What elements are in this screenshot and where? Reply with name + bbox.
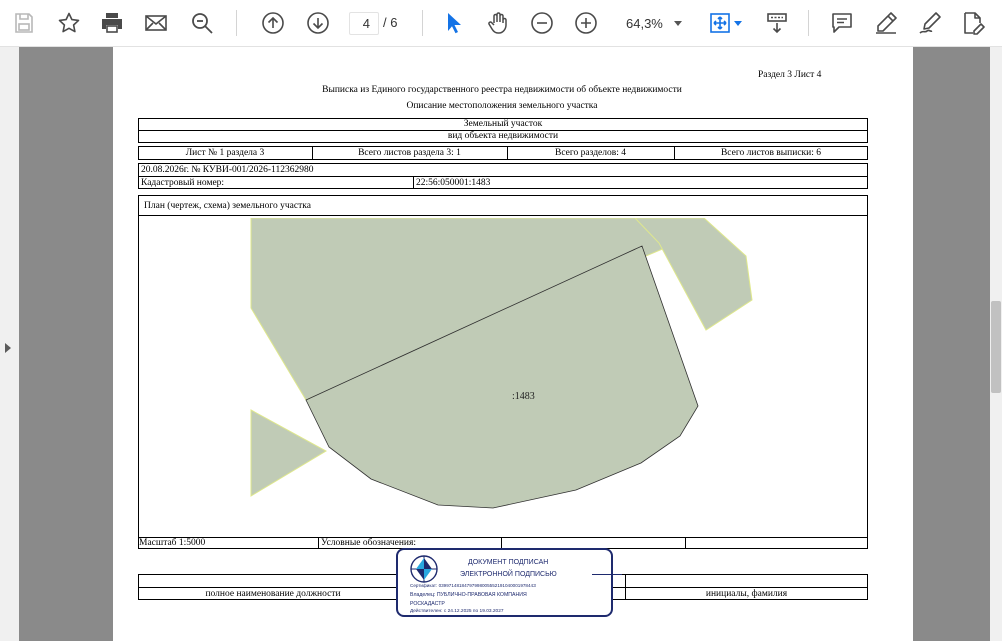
zoom-level-value: 64,3% [626,15,663,31]
table-rule [413,176,414,189]
page-number-input[interactable] [349,12,379,35]
neighbor-parcel-bottom-left [250,409,328,497]
chevron-down-icon[interactable] [734,21,742,26]
stamp-rule [592,574,622,575]
section-sheet-label: Раздел 3 Лист 4 [758,70,822,80]
next-page-icon[interactable] [304,9,332,37]
stamp-line-1: ДОКУМЕНТ ПОДПИСАН [468,559,549,566]
stamp-owner: Владелец: ПУБЛИЧНО-ПРАВОВАЯ КОМПАНИЯ [410,592,527,598]
toolbar-separator [236,10,237,36]
parcel-label: :1483 [512,391,535,402]
comment-icon[interactable] [828,9,856,37]
edit-pdf-icon[interactable] [959,9,987,37]
stamp-line-2: ЭЛЕКТРОННОЙ ПОДПИСЬЮ [460,571,557,578]
table-rule [138,215,868,216]
document-area[interactable]: Раздел 3 Лист 4 Выписка из Единого госуд… [19,47,990,641]
stamp-owner-2: РОСКАДАСТР [410,601,445,607]
stamp-certificate: Сертификат: 0399714818479799800555219104… [410,583,536,588]
section-sheets-total: Всего листов раздела 3: 1 [358,148,461,158]
highlight-icon[interactable] [872,9,900,37]
parcel-plan-map: :1483 [138,218,866,536]
sign-icon[interactable] [916,9,944,37]
scrollbar-thumb[interactable] [991,301,1001,393]
toolbar-separator [422,10,423,36]
table-rule [138,537,868,538]
hand-icon[interactable] [484,9,512,37]
bookmark-star-icon[interactable] [55,9,83,37]
footer-position-caption: полное наименование должности [205,589,341,599]
footer-initials-caption: инициалы, фамилия [705,589,788,599]
sections-total: Всего разделов: 4 [554,148,626,158]
select-cursor-icon[interactable] [440,9,468,37]
save-icon[interactable] [10,9,38,37]
expand-pane-arrow-icon[interactable] [5,343,11,353]
plan-label: План (чертеж, схема) земельного участка [144,201,311,211]
table-rule [685,537,686,549]
document-subtitle: Описание местоположения земельного участ… [406,101,598,111]
zoom-out-icon[interactable] [528,9,556,37]
pdf-page: Раздел 3 Лист 4 Выписка из Единого госуд… [113,47,913,641]
vertical-scrollbar[interactable] [990,47,1002,641]
main-toolbar: / 6 64,3% [0,0,1002,47]
object-type: Земельный участок [463,119,543,129]
prev-page-icon[interactable] [259,9,287,37]
cadastral-number-label: Кадастровый номер: [141,178,225,188]
sheet-number: Лист № 1 раздела 3 [185,148,265,158]
left-navigation-pane [0,47,19,641]
zoom-in-icon[interactable] [572,9,600,37]
email-icon[interactable] [142,9,170,37]
table-rule [138,176,868,177]
rosreestr-logo-icon [410,555,438,583]
scroll-mode-icon[interactable] [763,9,791,37]
parcel-plan-svg: :1483 [250,218,753,509]
toolbar-separator [808,10,809,36]
extract-date-number: 20.08.2026г. № КУВИ-001/2026-112362980 [141,165,314,175]
extract-sheets-total: Всего листов выписки: 6 [720,148,822,158]
print-icon[interactable] [98,9,126,37]
cadastral-number-value: 22:56:050001:1483 [416,178,491,188]
fit-page-icon[interactable] [706,9,734,37]
table-rule [318,537,319,549]
document-viewer: Раздел 3 Лист 4 Выписка из Единого госуд… [0,47,1002,641]
object-type-caption: вид объекта недвижимости [447,131,559,141]
document-title: Выписка из Единого государственного реес… [322,85,682,95]
electronic-signature-stamp: ДОКУМЕНТ ПОДПИСАН ЭЛЕКТРОННОЙ ПОДПИСЬЮ С… [396,548,622,617]
search-icon[interactable] [188,9,216,37]
scale-label: Масштаб 1:5000 [139,538,206,548]
chevron-down-icon[interactable] [674,21,682,26]
stamp-validity: Действителен: с 24.12.2025 по 19.03.2027 [410,609,504,614]
page-total: / 6 [383,15,398,30]
